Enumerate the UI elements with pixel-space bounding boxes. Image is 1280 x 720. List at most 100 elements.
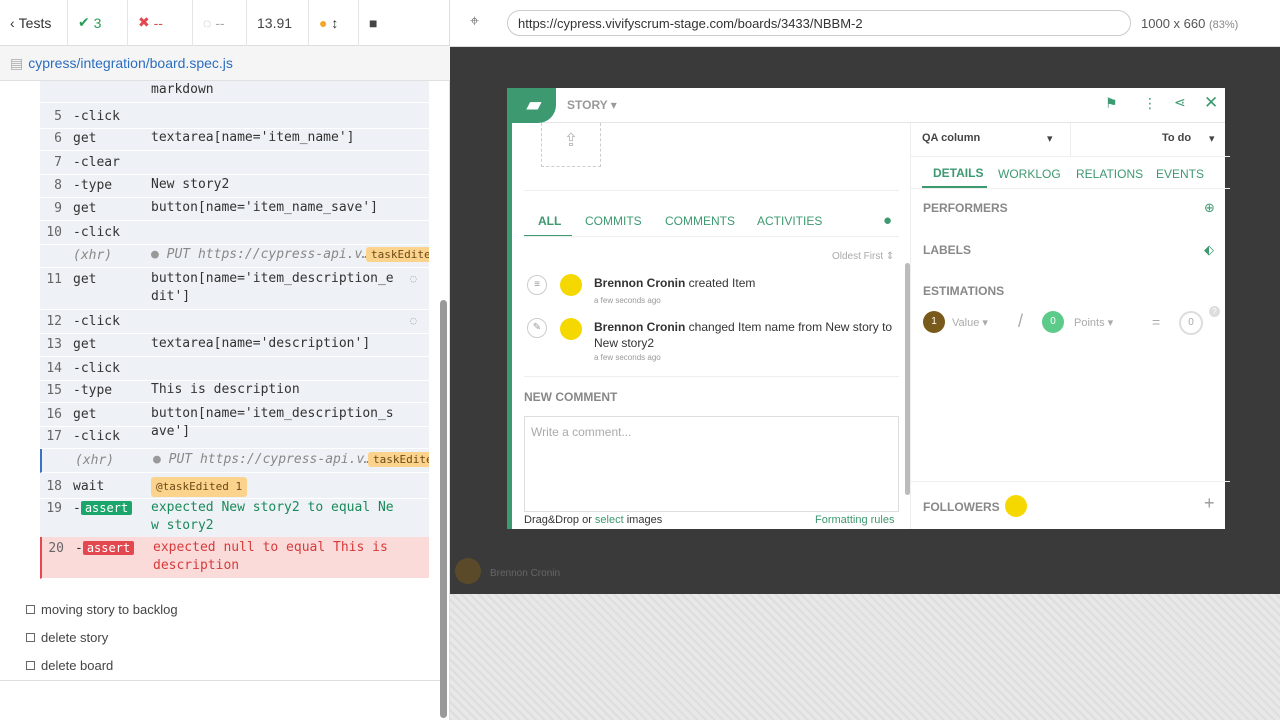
add-comment-icon[interactable]: ● (883, 212, 892, 229)
alias-badge: taskEdited (366, 247, 429, 262)
tab-relations[interactable]: RELATIONS (1076, 167, 1143, 181)
tab-details[interactable]: DETAILS (933, 166, 983, 180)
command-row[interactable]: 5 -click (40, 105, 429, 129)
command-row[interactable]: (xhr) ● PUT https://cypress-api.v… taskEdi… (40, 244, 429, 268)
test-item[interactable]: delete board (26, 658, 113, 673)
command-name: -click (73, 225, 120, 240)
add-user-icon[interactable]: ⊕ (1204, 200, 1215, 216)
command-name: -click (73, 314, 120, 329)
command-row[interactable]: 18 wait @taskEdited 1 (40, 475, 429, 499)
chevron-left-icon: ‹ (10, 14, 15, 31)
command-number: 7 (54, 155, 62, 170)
help-icon[interactable]: ? (1209, 306, 1220, 317)
command-name: get (73, 201, 97, 216)
auto-scroll-toggle[interactable]: ● ↕ (309, 0, 359, 46)
command-row[interactable]: 8 -type New story2 (40, 174, 429, 198)
command-number: 10 (46, 225, 62, 240)
status-select[interactable]: To do ▾ (1162, 132, 1217, 145)
select-link[interactable]: select (595, 514, 624, 526)
command-row[interactable]: 14 -click (40, 357, 429, 381)
spec-file-bar: ▤ cypress/integration/board.spec.js (0, 46, 450, 81)
spec-file-link[interactable]: cypress/integration/board.spec.js (28, 55, 233, 71)
command-row[interactable]: 6 get textarea[name='item_name'] (40, 127, 429, 151)
share-icon[interactable]: ⋖ (1174, 94, 1186, 111)
add-follower-icon[interactable]: + (1204, 493, 1215, 514)
value-dropdown[interactable]: Value ▾ (952, 316, 988, 329)
avatar (560, 318, 582, 340)
command-row[interactable]: 13 get textarea[name='description'] (40, 333, 429, 357)
command-number: 6 (54, 131, 62, 146)
command-message: ● PUT https://cypress-api.v… (153, 452, 373, 467)
tab-commits[interactable]: COMMITS (585, 214, 642, 228)
checkbox-icon (26, 605, 35, 614)
command-message: This is description (151, 382, 300, 397)
command-message: New story2 (151, 177, 230, 192)
selector-playground-icon[interactable]: ⌖ (470, 13, 479, 31)
x-icon: ✖ (138, 14, 150, 30)
command-name: -click (73, 109, 120, 124)
command-message: textarea[name='description'] (151, 336, 371, 351)
command-row[interactable]: 10 -click (40, 221, 429, 245)
new-comment-label: NEW COMMENT (524, 390, 618, 404)
failed-count: ✖ -- (128, 0, 193, 46)
command-name: -clear (73, 155, 120, 170)
command-message: expected null to equal This is descripti… (153, 540, 388, 573)
command-row[interactable]: 20 - assert expected null to equal This is … (40, 537, 429, 579)
story-type-dropdown[interactable]: STORY ▾ (567, 98, 617, 112)
more-vertical-icon[interactable]: ⋮ (1143, 95, 1157, 112)
command-row[interactable]: 17 -click (40, 425, 429, 449)
command-number: 9 (54, 201, 62, 216)
alias-badge: taskEdited (368, 452, 429, 467)
avatar (455, 558, 481, 584)
command-number: 5 (54, 109, 62, 124)
command-row[interactable]: (xhr) ● PUT https://cypress-api.v… taskEdi… (40, 449, 429, 473)
flag-icon[interactable]: ⚑ (1105, 95, 1118, 112)
viewport-padding (450, 594, 1280, 720)
command-row[interactable]: 7 -clear (40, 151, 429, 175)
test-item[interactable]: delete story (26, 630, 108, 645)
test-item[interactable]: moving story to backlog (26, 602, 178, 617)
command-row[interactable]: 16 get button[name='item_description_save'… (40, 403, 429, 439)
command-name: -type (73, 383, 113, 398)
modal-header: ▰ STORY ▾ ⚑ ⋮ ⋖ ✕ (512, 88, 1225, 123)
command-name: get (73, 131, 97, 146)
command-row[interactable]: 19 - assert expected New story2 to equal Ne… (40, 497, 429, 539)
value-badge: 1 (923, 311, 945, 333)
duration: 13.91 (247, 0, 309, 46)
arrows-vertical-icon: ↕ (331, 14, 339, 31)
tab-events[interactable]: EVENTS (1156, 167, 1204, 181)
command-number: 20 (48, 541, 64, 556)
comment-textarea[interactable]: Write a comment... (524, 416, 899, 512)
scrollbar[interactable] (440, 300, 447, 718)
command-row[interactable]: 15 -type This is description (40, 379, 429, 403)
stop-button[interactable]: ■ (359, 0, 399, 46)
command-row[interactable]: 11 get button[name='item_description_edit'… (40, 268, 429, 310)
command-name: get (73, 272, 97, 287)
labels-label: LABELS (923, 243, 971, 257)
command-message: expected New story2 to equal New story2 (151, 500, 394, 533)
eye-slash-icon: ◌ (410, 272, 417, 285)
checkbox-icon (26, 661, 35, 670)
command-name: -type (73, 178, 113, 193)
performers-label: PERFORMERS (923, 201, 1008, 215)
back-to-tests-button[interactable]: ‹ Tests (0, 0, 68, 46)
url-field[interactable]: https://cypress.vivifyscrum-stage.com/bo… (507, 10, 1131, 36)
followers-label: FOLLOWERS (923, 500, 1000, 514)
upload-box[interactable]: ⇪ (541, 123, 601, 167)
pencil-icon: ✎ (527, 318, 547, 338)
column-select[interactable]: QA column ▾ (922, 132, 1057, 145)
command-row[interactable]: 9 get button[name='item_name_save'] (40, 197, 429, 221)
tab-worklog[interactable]: WORKLOG (998, 167, 1061, 181)
tab-comments[interactable]: COMMENTS (665, 214, 735, 228)
command-row[interactable]: 12 -click ◌ (40, 310, 429, 334)
command-row[interactable]: markdown (40, 81, 429, 103)
formatting-link[interactable]: Formatting rules (815, 514, 894, 526)
tag-icon[interactable]: ⬖ (1204, 242, 1214, 258)
checkbox-icon (26, 633, 35, 642)
tab-all[interactable]: ALL (538, 214, 561, 228)
points-dropdown[interactable]: Points ▾ (1074, 316, 1113, 329)
command-message: markdown (151, 82, 214, 97)
sort-dropdown[interactable]: Oldest First ⇕ (832, 251, 894, 262)
tab-activities[interactable]: ACTIVITIES (757, 214, 822, 228)
close-icon[interactable]: ✕ (1204, 93, 1218, 113)
